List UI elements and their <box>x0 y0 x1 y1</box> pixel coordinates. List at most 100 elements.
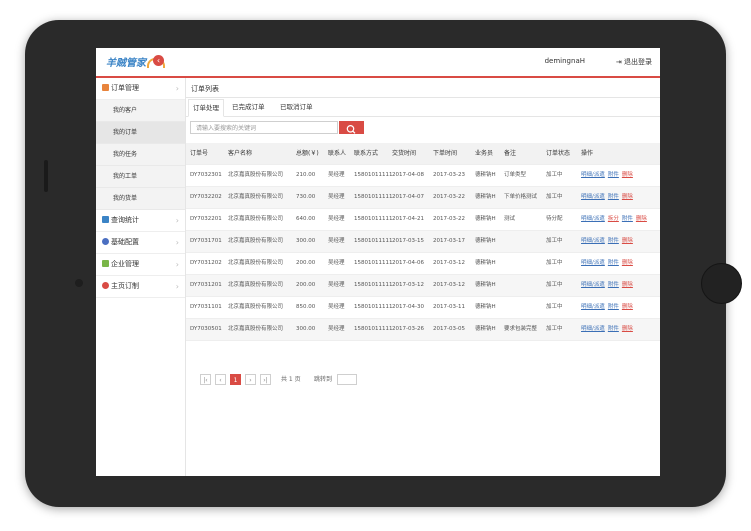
attachment-link[interactable]: 附件 <box>622 216 633 222</box>
table-cell-contact: 吴经理 <box>328 194 345 200</box>
last-page-button[interactable]: ›| <box>260 374 271 385</box>
prev-page-button[interactable]: ‹ <box>215 374 226 385</box>
sidebar-item-my-orders[interactable]: 我的订单 <box>96 122 185 144</box>
page-number-button[interactable]: 1 <box>230 374 241 385</box>
table-cell-id: DY7031701 <box>190 238 222 244</box>
tab-completed[interactable]: 已完成订单 <box>232 99 265 115</box>
table-cell-id: DY7032201 <box>190 216 222 222</box>
table-cell-customer: 北京嘉真股份有限公司 <box>228 304 284 310</box>
table-cell-contact: 吴经理 <box>328 282 345 288</box>
table-cell-phone: 15801011111 <box>354 216 393 222</box>
table-cell-phone: 15801011111 <box>354 172 393 178</box>
search-input[interactable]: 请输入要搜索的关键词 <box>190 121 338 134</box>
details-dispatch-link[interactable]: 明细/派遣 <box>581 172 605 178</box>
table-cell-total: 200.00 <box>296 260 316 266</box>
sidebar-item-customers[interactable]: 我的客户 <box>96 100 185 122</box>
table-cell-id: DY7032301 <box>190 172 222 178</box>
collapse-sidebar-button[interactable]: ‹ <box>153 55 164 66</box>
table-cell-id: DY7030501 <box>190 326 222 332</box>
logout-icon: ⇥ <box>615 58 622 66</box>
next-page-button[interactable]: › <box>245 374 256 385</box>
total-pages-label: 共 1 页 <box>281 376 301 383</box>
jump-page-input[interactable] <box>337 374 357 385</box>
table-cell-sales: 德耕钠H <box>475 282 496 288</box>
table-cell-order-date: 2017-03-05 <box>433 326 465 332</box>
sidebar-item-tasks[interactable]: 我的任务 <box>96 144 185 166</box>
delete-link[interactable]: 删除 <box>622 260 633 266</box>
attachment-link[interactable]: 附件 <box>608 194 619 200</box>
delete-link[interactable]: 删除 <box>622 172 633 178</box>
table-cell-status: 加工中 <box>546 194 563 200</box>
table-cell-delivery: 2017-04-07 <box>392 194 424 200</box>
attachment-link[interactable]: 附件 <box>608 238 619 244</box>
logout-button[interactable]: ⇥ 退出登录 <box>616 57 652 67</box>
delete-link[interactable]: 删除 <box>622 282 633 288</box>
attachment-link[interactable]: 附件 <box>608 326 619 332</box>
table-cell-status: 加工中 <box>546 172 563 178</box>
table-cell-order-date: 2017-03-22 <box>433 216 465 222</box>
tab-processing[interactable]: 订单处理 <box>188 99 224 117</box>
delete-link[interactable]: 删除 <box>622 304 633 310</box>
table-row: DY7031101 北京嘉真股份有限公司 850.00 吴经理 15801011111 2… <box>186 297 660 319</box>
details-dispatch-link[interactable]: 明细/派遣 <box>581 194 605 200</box>
first-page-button[interactable]: |‹ <box>200 374 211 385</box>
table-cell-customer: 北京嘉真股份有限公司 <box>228 238 284 244</box>
details-dispatch-link[interactable]: 明细/派遣 <box>581 260 605 266</box>
table-cell-total: 850.00 <box>296 304 316 310</box>
table-cell-phone: 15801011111 <box>354 194 393 200</box>
attachment-link[interactable]: 附件 <box>608 172 619 178</box>
table-cell-id: DY7031101 <box>190 304 222 310</box>
table-cell-status: 待分配 <box>546 216 563 222</box>
sidebar-item-work-orders[interactable]: 我的工单 <box>96 166 185 188</box>
sidebar-item-shipments[interactable]: 我的货单 <box>96 188 185 210</box>
delete-link[interactable]: 删除 <box>622 194 633 200</box>
table-cell-delivery: 2017-04-06 <box>392 260 424 266</box>
row-actions: 明细/派遣 附件 删除 <box>581 187 636 208</box>
tab-cancelled[interactable]: 已取消订单 <box>280 99 313 115</box>
row-actions: 明细/派遣 附件 删除 <box>581 165 636 186</box>
row-actions: 明细/派遣 附件 删除 <box>581 319 636 340</box>
details-dispatch-link[interactable]: 明细/派遣 <box>581 326 605 332</box>
table-cell-contact: 吴经理 <box>328 172 345 178</box>
details-dispatch-link[interactable]: 明细/派遣 <box>581 216 605 222</box>
table-cell-sales: 德耕钠H <box>475 216 496 222</box>
table-row: DY7032301 北京嘉真股份有限公司 210.00 吴经理 15801011111 2… <box>186 165 660 187</box>
table-cell-delivery: 2017-03-12 <box>392 282 424 288</box>
column-header: 联系人 <box>328 150 347 157</box>
table-cell-contact: 吴经理 <box>328 238 345 244</box>
delete-link[interactable]: 删除 <box>622 238 633 244</box>
table-cell-phone: 15801011111 <box>354 238 393 244</box>
table-cell-note: 要求包装完整 <box>504 326 538 332</box>
sidebar-group-config[interactable]: 基础配置 › <box>96 232 185 254</box>
search-icon <box>346 125 356 134</box>
sidebar-group-orders[interactable]: 订单管理 › <box>96 78 185 100</box>
folder-icon <box>102 216 109 223</box>
split-link[interactable]: 拆分 <box>608 216 619 222</box>
column-header: 业务员 <box>475 150 494 157</box>
table-cell-sales: 德耕钠H <box>475 238 496 244</box>
table-cell-sales: 德耕钠H <box>475 172 496 178</box>
table-row: DY7030501 北京嘉真股份有限公司 300.00 吴经理 15801011111 2… <box>186 319 660 341</box>
table-cell-status: 加工中 <box>546 260 563 266</box>
table-cell-id: DY7031201 <box>190 282 222 288</box>
delete-link[interactable]: 删除 <box>622 326 633 332</box>
table-cell-sales: 德耕钠H <box>475 194 496 200</box>
sidebar-group-stats[interactable]: 查询统计 › <box>96 210 185 232</box>
tablet-home-button[interactable] <box>701 263 742 304</box>
row-actions: 明细/派遣 附件 删除 <box>581 253 636 274</box>
details-dispatch-link[interactable]: 明细/派遣 <box>581 238 605 244</box>
details-dispatch-link[interactable]: 明细/派遣 <box>581 282 605 288</box>
row-actions: 明细/派遣 附件 删除 <box>581 297 636 318</box>
table-cell-delivery: 2017-04-08 <box>392 172 424 178</box>
row-actions: 明细/派遣 附件 删除 <box>581 275 636 296</box>
sidebar-group-homepage[interactable]: 主页订制 › <box>96 276 185 298</box>
delete-link[interactable]: 删除 <box>636 216 647 222</box>
attachment-link[interactable]: 附件 <box>608 304 619 310</box>
attachment-link[interactable]: 附件 <box>608 282 619 288</box>
table-cell-order-date: 2017-03-17 <box>433 238 465 244</box>
sidebar-group-company[interactable]: 企业管理 › <box>96 254 185 276</box>
search-button[interactable] <box>339 121 364 134</box>
attachment-link[interactable]: 附件 <box>608 260 619 266</box>
table-row: DY7032201 北京嘉真股份有限公司 640.00 吴经理 15801011111 2… <box>186 209 660 231</box>
details-dispatch-link[interactable]: 明细/派遣 <box>581 304 605 310</box>
